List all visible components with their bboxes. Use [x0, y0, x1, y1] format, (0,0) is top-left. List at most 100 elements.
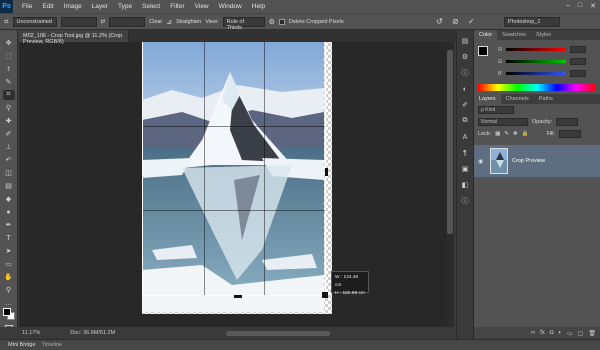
view-overlay-select[interactable]: Rule of Thirds: [222, 16, 265, 31]
menu-window[interactable]: Window: [214, 3, 247, 10]
clone-source-icon[interactable]: ⧉: [460, 116, 470, 126]
path-select-tool-icon[interactable]: ➤: [3, 246, 15, 256]
tab-paths[interactable]: Paths: [534, 94, 558, 104]
minimize-button[interactable]: –: [566, 2, 570, 10]
menu-edit[interactable]: Edit: [37, 3, 58, 10]
red-slider[interactable]: [505, 48, 566, 51]
horizontal-scrollbar[interactable]: [19, 331, 456, 337]
tab-color[interactable]: Color: [474, 30, 498, 40]
menu-image[interactable]: Image: [59, 3, 87, 10]
tab-mini-bridge[interactable]: Mini Bridge: [8, 342, 36, 348]
width-field[interactable]: [60, 16, 97, 27]
green-value-field[interactable]: [570, 58, 587, 65]
settings-gear-icon[interactable]: ⚙: [269, 18, 275, 26]
menu-view[interactable]: View: [190, 3, 214, 10]
clear-button[interactable]: Clear: [149, 19, 162, 25]
lock-pixels-icon[interactable]: ✎: [504, 131, 509, 137]
tool-presets-icon[interactable]: ▣: [460, 164, 470, 174]
type-tool-icon[interactable]: T: [3, 233, 15, 243]
menu-type[interactable]: Type: [113, 3, 137, 10]
fill-field[interactable]: [559, 130, 581, 138]
gradient-tool-icon[interactable]: ▤: [3, 181, 15, 191]
menu-select[interactable]: Select: [137, 3, 165, 10]
zoom-tool-icon[interactable]: ⚲: [3, 285, 15, 295]
shape-tool-icon[interactable]: ▭: [3, 259, 15, 269]
kind-filter-select[interactable]: ρ Kind: [478, 106, 514, 114]
visibility-eye-icon[interactable]: ◉: [478, 158, 486, 165]
reset-icon[interactable]: ↺: [436, 17, 443, 26]
tab-channels[interactable]: Channels: [501, 94, 534, 104]
link-layers-icon[interactable]: ∞: [531, 330, 535, 336]
canvas-area[interactable]: W : 124.46 cm H : 182.88 cm: [19, 42, 446, 327]
lock-all-icon[interactable]: 🔒: [522, 131, 529, 137]
vertical-scroll-thumb[interactable]: [447, 50, 453, 234]
straighten-icon[interactable]: ⊿: [166, 18, 172, 26]
delete-layer-icon[interactable]: 🗑: [588, 330, 596, 337]
swap-icon[interactable]: ⇄: [101, 19, 106, 25]
cancel-icon[interactable]: ⊘: [452, 17, 459, 26]
pen-tool-icon[interactable]: ✒: [3, 220, 15, 230]
brush-presets-icon[interactable]: ✐: [460, 100, 470, 110]
delete-cropped-checkbox[interactable]: [278, 18, 285, 25]
clone-stamp-tool-icon[interactable]: ⊥: [3, 142, 15, 152]
properties-icon[interactable]: ⚙: [460, 52, 470, 62]
horizontal-scroll-thumb[interactable]: [226, 331, 330, 336]
document-tab[interactable]: M02_106 - Crop Tool.jpg @ 11.2% (Crop Pr…: [19, 30, 129, 45]
hand-tool-icon[interactable]: ✋: [3, 272, 15, 282]
eyedropper-tool-icon[interactable]: ⚲: [3, 103, 15, 113]
character-icon[interactable]: A: [460, 132, 470, 142]
color-spectrum[interactable]: [478, 84, 596, 91]
tab-timeline[interactable]: Timeline: [42, 342, 63, 348]
lock-position-icon[interactable]: ✥: [513, 131, 518, 137]
straighten-button[interactable]: Straighten: [176, 19, 201, 25]
foreground-color-chip[interactable]: [478, 46, 488, 56]
tab-swatches[interactable]: Swatches: [497, 30, 531, 40]
menu-file[interactable]: File: [17, 3, 37, 10]
blue-slider[interactable]: [505, 72, 566, 75]
move-tool-icon[interactable]: ✥: [3, 38, 15, 48]
blur-tool-icon[interactable]: ◆: [3, 194, 15, 204]
height-field[interactable]: [109, 16, 146, 27]
new-group-icon[interactable]: ▭: [567, 330, 573, 337]
quick-select-tool-icon[interactable]: ✎: [3, 77, 15, 87]
layer-comps-icon[interactable]: ◧: [460, 180, 470, 190]
add-mask-icon[interactable]: ◘: [550, 330, 554, 336]
history-icon[interactable]: ▤: [460, 36, 470, 46]
new-layer-icon[interactable]: ▢: [578, 330, 584, 337]
close-button[interactable]: ✕: [590, 2, 596, 10]
history-brush-tool-icon[interactable]: ↶: [3, 155, 15, 165]
vertical-scrollbar[interactable]: [446, 42, 454, 327]
crop-tool-icon[interactable]: ⌗: [4, 17, 9, 27]
dodge-tool-icon[interactable]: ●: [3, 207, 15, 217]
blue-value-field[interactable]: [569, 70, 586, 77]
blend-mode-select[interactable]: Normal: [478, 118, 528, 126]
adjustments-icon[interactable]: ◐: [460, 84, 470, 94]
layer-style-icon[interactable]: fx: [540, 330, 545, 336]
foreground-color-swatch[interactable]: [3, 308, 11, 316]
eraser-tool-icon[interactable]: ◫: [3, 168, 15, 178]
menu-filter[interactable]: Filter: [165, 3, 189, 10]
tab-styles[interactable]: Styles: [531, 30, 556, 40]
ratio-select[interactable]: Unconstrained: [12, 16, 57, 27]
menu-help[interactable]: Help: [247, 3, 270, 10]
lock-transparency-icon[interactable]: ▦: [495, 131, 500, 137]
adjustment-layer-icon[interactable]: ◐: [558, 330, 562, 336]
workspace-select[interactable]: Photoshop_1: [504, 17, 560, 27]
marquee-tool-icon[interactable]: ⬚: [3, 51, 15, 61]
menu-layer[interactable]: Layer: [87, 3, 113, 10]
green-slider[interactable]: [506, 60, 567, 63]
paragraph-icon[interactable]: ¶: [460, 148, 470, 158]
opacity-field[interactable]: [556, 118, 579, 126]
notes-icon[interactable]: ⓘ: [460, 196, 470, 206]
info-icon[interactable]: ⓘ: [460, 68, 470, 78]
crop-tool-icon[interactable]: ⌗: [2, 90, 15, 100]
more-tools-icon[interactable]: …: [3, 298, 15, 308]
healing-brush-tool-icon[interactable]: ✚: [3, 116, 15, 126]
maximize-button[interactable]: □: [578, 2, 582, 10]
brush-tool-icon[interactable]: ✐: [3, 129, 15, 139]
red-value-field[interactable]: [569, 46, 586, 53]
tab-layers[interactable]: Layers: [474, 94, 501, 104]
commit-check-icon[interactable]: ✓: [468, 17, 475, 26]
lasso-tool-icon[interactable]: ℓ: [3, 64, 15, 74]
layer-row[interactable]: ◉ Crop Preview: [474, 145, 600, 177]
